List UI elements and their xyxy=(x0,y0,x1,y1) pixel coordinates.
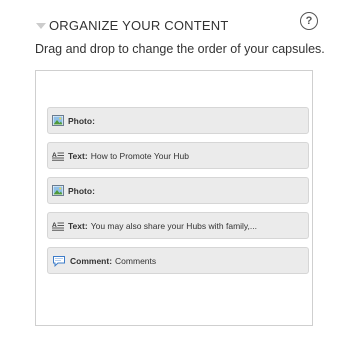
capsule-photo-1[interactable]: Photo: xyxy=(47,107,309,134)
capsule-comment[interactable]: Comment: Comments xyxy=(47,247,309,274)
capsule-text-1[interactable]: A Text: How to Promote Your Hub xyxy=(47,142,309,169)
capsule-separator: : xyxy=(84,150,88,161)
help-symbol: ? xyxy=(305,15,313,27)
capsule-separator: : xyxy=(109,255,113,266)
photo-icon xyxy=(52,185,64,196)
question-circle-icon[interactable]: ? xyxy=(300,12,318,30)
organize-section-header[interactable]: ORGANIZE YOUR CONTENT xyxy=(36,16,228,34)
collapse-arrow-icon[interactable] xyxy=(36,22,46,29)
capsule-text-2[interactable]: A Text: You may also share your Hubs wit… xyxy=(47,212,309,239)
instructions-text: Drag and drop to change the order of you… xyxy=(35,42,325,56)
capsule-type: Photo xyxy=(68,185,93,196)
capsule-title: Comments xyxy=(115,255,157,266)
capsule-title: You may also share your Hubs with family… xyxy=(90,220,257,231)
capsule-type: Photo xyxy=(68,115,93,126)
capsule-photo-2[interactable]: Photo: xyxy=(47,177,309,204)
capsule-type: Comment xyxy=(70,255,110,266)
text-icon: A xyxy=(52,152,64,161)
comment-icon xyxy=(53,255,65,267)
capsule-separator: : xyxy=(84,220,88,231)
capsule-type: Text xyxy=(68,150,85,161)
capsule-separator: : xyxy=(92,185,95,196)
text-icon: A xyxy=(52,222,64,231)
photo-icon xyxy=(52,115,64,126)
capsule-separator: : xyxy=(92,115,95,126)
capsule-title: How to Promote Your Hub xyxy=(90,150,189,161)
section-title: ORGANIZE YOUR CONTENT xyxy=(49,17,229,33)
capsule-list-panel: Photo: A Text: How to Promote Your Hub P… xyxy=(35,70,313,326)
capsule-type: Text xyxy=(68,220,85,231)
